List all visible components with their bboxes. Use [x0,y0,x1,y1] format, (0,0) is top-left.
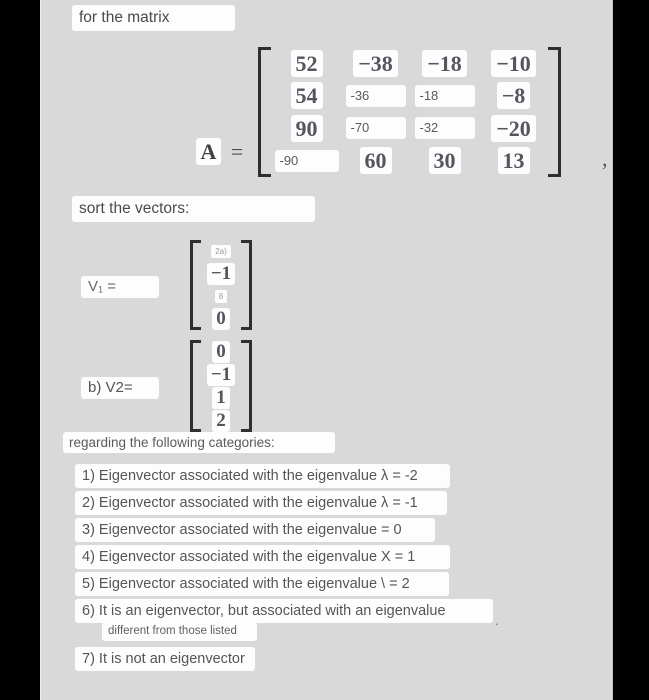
matrix-cell-input[interactable]: -36 [345,84,406,107]
matrix-cell: 52 [272,49,341,77]
matrix-cell: 30 [410,147,479,175]
matrix-cell-value: 30 [428,147,461,175]
vector-1-label: V₁ = [81,276,159,298]
matrix-bracket-right [548,47,561,177]
prompt-regarding-categories: regarding the following categories: [63,432,335,453]
matrix-cell-input[interactable]: -18 [414,84,475,107]
matrix-cell-value: 13 [497,147,530,175]
option-item-5[interactable]: 5) Eigenvector associated with the eigen… [75,572,449,596]
matrix-cell: −8 [479,82,548,110]
matrix-cell-value: −8 [496,82,531,110]
option-item-4[interactable]: 4) Eigenvector associated with the eigen… [75,545,450,569]
prompt-for-the-matrix: for the matrix [72,5,235,31]
option-6-continuation: different from those listed [102,622,257,641]
vector-2-label: b) V2= [81,377,159,399]
matrix-cell: −20 [479,114,548,142]
matrix-cell-value: 90 [290,114,323,142]
vector-2-entries: 0 −1 1 2 [201,340,241,432]
option-item-1[interactable]: 1) Eigenvector associated with the eigen… [75,464,450,488]
vector-entry-value: 1 [212,386,230,409]
vector-entry-value: −1 [206,262,236,285]
matrix-cell-value: −38 [353,49,398,77]
matrix-row: -90 60 30 13 [272,145,548,178]
vector-entry-row: 2a) [201,240,241,263]
matrix-cell-value: −10 [491,49,536,77]
matrix-cell: 54 [272,82,341,110]
vector-entry-row: 0 [201,340,241,363]
matrix-cell-input[interactable]: -70 [345,117,406,140]
vector-entry-value: 0 [212,307,230,330]
vector-entry-row: 8 [201,285,241,308]
vector-entry-row: −1 [201,262,241,286]
matrix-equation: A = 52 −38 −18 −10 54 -36 -18 −8 90 -70 -32 −20 -90 6… [40,42,613,182]
matrix-cell-input[interactable]: -90 [274,149,339,172]
vector-entry-row: 2 [201,409,241,432]
matrix-cell: -32 [410,117,479,140]
document-sheet: for the matrix A = 52 −38 −18 −10 54 -36 -18 −8… [40,0,613,700]
matrix-row: 90 -70 -32 −20 [272,112,548,145]
matrix-cell-value: −18 [422,49,467,77]
vector-entry-row: −1 [201,363,241,386]
option-item-7[interactable]: 7) It is not an eigenvector [75,647,255,671]
matrix-cell: 90 [272,114,341,142]
matrix-grid: 52 −38 −18 −10 54 -36 -18 −8 90 -70 -32 −20 -90 60 30 1… [272,47,548,177]
matrix-cell: -70 [341,117,410,140]
matrix-bracket-left [258,47,271,177]
matrix-cell-value: 60 [359,147,392,175]
prompt-sort-the-vectors: sort the vectors: [72,196,315,222]
option-6-trailing-mark: . [495,613,499,628]
vector-1-bracket-left [190,240,201,330]
matrix-cell-value: 54 [290,82,323,110]
matrix-name-label: A [196,138,221,165]
vector-entry-value: 2a) [211,244,231,258]
matrix-cell: -90 [272,149,341,172]
matrix-cell: 60 [341,147,410,175]
option-item-2[interactable]: 2) Eigenvector associated with the eigen… [75,491,447,515]
vector-1-entries: 2a) −1 8 0 [201,240,241,330]
matrix-cell: −10 [479,49,548,77]
option-item-3[interactable]: 3) Eigenvector associated with the eigen… [75,518,435,542]
matrix-cell: −18 [410,49,479,77]
vector-entry-value: −1 [206,363,236,386]
matrix-cell: -36 [341,84,410,107]
vector-entry-row: 1 [201,386,241,409]
vector-2-bracket-right [241,340,252,432]
matrix-cell-value: 52 [290,49,323,77]
equals-sign: = [230,139,244,164]
matrix-row: 52 −38 −18 −10 [272,47,548,80]
matrix-row: 54 -36 -18 −8 [272,80,548,113]
matrix-cell-input[interactable]: -32 [414,117,475,140]
vector-entry-value: 2 [212,409,230,432]
matrix-cell-value: −20 [491,114,536,142]
vector-2-bracket-left [190,340,201,432]
vector-entry-row: 0 [201,307,241,331]
matrix-cell: −38 [341,49,410,77]
page-background: for the matrix A = 52 −38 −18 −10 54 -36 -18 −8… [0,0,649,700]
vector-entry-value: 0 [212,340,230,363]
vector-1-bracket-right [241,240,252,330]
option-item-6[interactable]: 6) It is an eigenvector, but associated … [75,599,493,623]
matrix-cell: 13 [479,147,548,175]
matrix-cell: -18 [410,84,479,107]
vector-entry-value: 8 [214,289,228,303]
matrix-trailing-comma: , [602,146,608,171]
